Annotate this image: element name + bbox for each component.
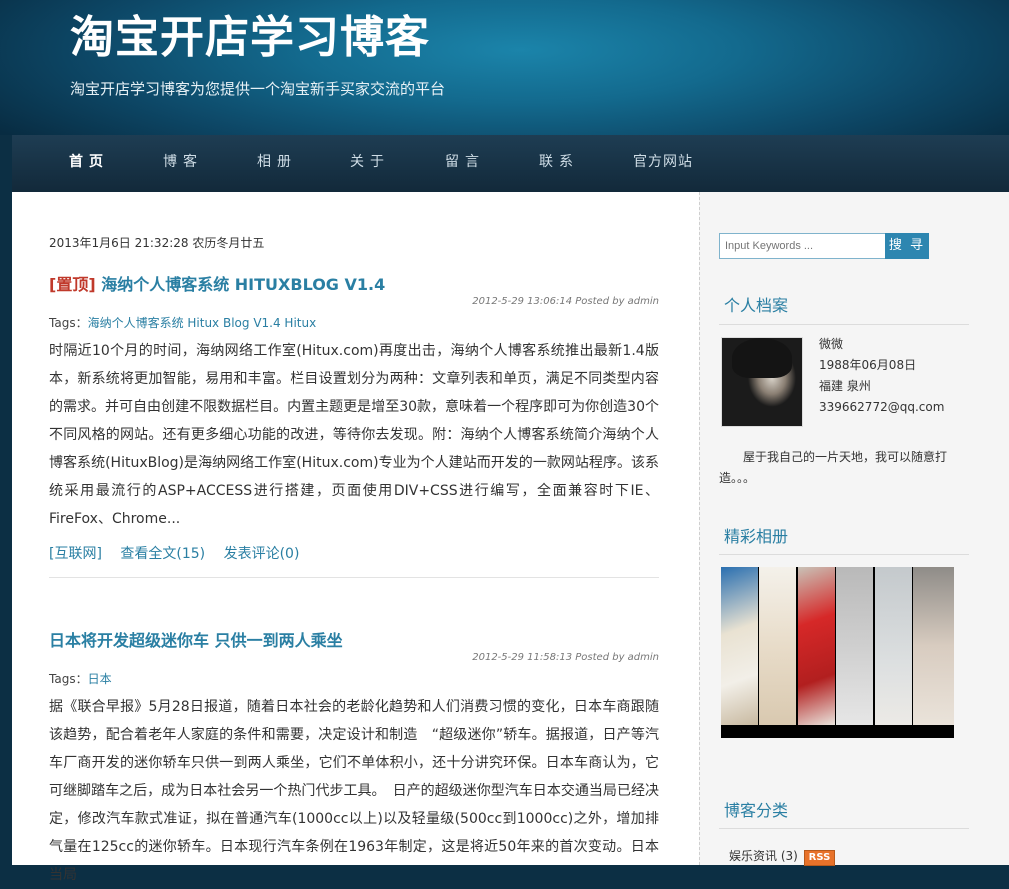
section-divider — [719, 828, 969, 829]
search-input[interactable] — [719, 233, 889, 259]
nav-item-blog[interactable]: 博客 — [163, 135, 203, 189]
site-description: 淘宝开店学习博客为您提供一个淘宝新手买家交流的平台 — [70, 80, 446, 98]
nav-item-album[interactable]: 相册 — [257, 135, 297, 189]
tags-label: Tags： — [49, 316, 88, 330]
profile-bio: 屋于我自己的一片天地，我可以随意打造。。。 — [719, 450, 948, 485]
comment-link[interactable]: 发表评论(0) — [224, 546, 300, 562]
read-more-link[interactable]: 查看全文(15) — [120, 546, 205, 562]
post-tags: Tags：海纳个人博客系统 Hitux Blog V1.4 Hitux — [49, 314, 659, 331]
profile-heading: 个人档案 — [724, 296, 789, 315]
main-content: 2013年1月6日 21:32:28 农历冬月廿五 [置顶] 海纳个人博客系统 … — [12, 192, 699, 883]
photo-album[interactable] — [721, 567, 954, 738]
rss-icon[interactable]: RSS — [803, 850, 836, 866]
category-item[interactable]: 娱乐资讯 (3) RSS — [729, 847, 836, 866]
post-category-link[interactable]: [互联网] — [49, 546, 102, 562]
post-excerpt: 据《联合早报》5月28日报道，随着日本社会的老龄化趋势和人们消费习惯的变化，日本… — [49, 699, 659, 883]
search-button[interactable]: 搜 寻 — [885, 233, 929, 259]
tag-link[interactable]: 日本 — [88, 672, 112, 686]
search-box: 搜 寻 — [719, 233, 929, 259]
section-divider — [719, 554, 969, 555]
post-title[interactable]: 日本将开发超级迷你车 只供一到两人乘坐 — [49, 630, 659, 652]
nav-item-official-site[interactable]: 官方网站 — [633, 135, 693, 189]
album-photo[interactable] — [875, 567, 912, 725]
avatar — [721, 337, 803, 427]
categories-heading: 博客分类 — [724, 801, 789, 820]
album-heading: 精彩相册 — [724, 527, 789, 546]
post-title[interactable]: [置顶] 海纳个人博客系统 HITUXBLOG V1.4 — [49, 274, 659, 296]
tag-link[interactable]: 海纳个人博客系统 Hitux Blog V1.4 Hitux — [88, 316, 317, 330]
category-label[interactable]: 娱乐资讯 (3) — [729, 849, 798, 863]
album-photo[interactable] — [759, 567, 796, 725]
post-links: [互联网] 查看全文(15) 发表评论(0) — [49, 543, 659, 563]
profile-info: 微微 1988年06月08日 福建 泉州 339662772@qq.com — [819, 334, 944, 418]
section-divider — [719, 324, 969, 325]
post-tags: Tags：日本 — [49, 670, 659, 687]
post-meta: 2012-5-29 11:58:13 Posted by admin — [472, 652, 659, 663]
profile-birthday: 1988年06月08日 — [819, 358, 917, 372]
profile-location: 福建 泉州 — [819, 379, 871, 393]
album-photo[interactable] — [913, 567, 954, 725]
post-excerpt: 时隔近10个月的时间，海纳网络工作室(Hitux.com)再度出击，海纳个人博客… — [49, 343, 659, 527]
profile-name: 微微 — [819, 337, 844, 351]
site-title[interactable]: 淘宝开店学习博客 — [70, 8, 430, 68]
nav-item-home[interactable]: 首页 — [69, 135, 109, 189]
sidebar: 搜 寻 个人档案 微微 1988年06月08日 福建 泉州 339662772@… — [699, 192, 1009, 866]
main-nav: 首页 博客 相册 关于 留言 联系 官方网站 — [12, 135, 1009, 192]
post-divider — [49, 577, 659, 578]
album-photo[interactable] — [798, 567, 835, 725]
tags-label: Tags： — [49, 672, 88, 686]
current-date: 2013年1月6日 21:32:28 农历冬月廿五 — [49, 236, 265, 250]
nav-item-guestbook[interactable]: 留言 — [445, 135, 485, 189]
album-photo[interactable] — [721, 567, 758, 725]
nav-item-contact[interactable]: 联系 — [539, 135, 579, 189]
post-meta: 2012-5-29 13:06:14 Posted by admin — [472, 296, 659, 307]
album-photo[interactable] — [836, 567, 873, 725]
post-item: 日本将开发超级迷你车 只供一到两人乘坐 2012-5-29 11:58:13 P… — [49, 630, 659, 889]
pinned-label: [置顶] — [49, 275, 96, 294]
post-item: [置顶] 海纳个人博客系统 HITUXBLOG V1.4 2012-5-29 1… — [49, 274, 659, 578]
profile-email: 339662772@qq.com — [819, 400, 945, 414]
post-title-text[interactable]: 海纳个人博客系统 HITUXBLOG V1.4 — [101, 275, 385, 294]
nav-item-about[interactable]: 关于 — [350, 135, 390, 189]
site-header: 淘宝开店学习博客 淘宝开店学习博客为您提供一个淘宝新手买家交流的平台 — [0, 0, 1009, 135]
